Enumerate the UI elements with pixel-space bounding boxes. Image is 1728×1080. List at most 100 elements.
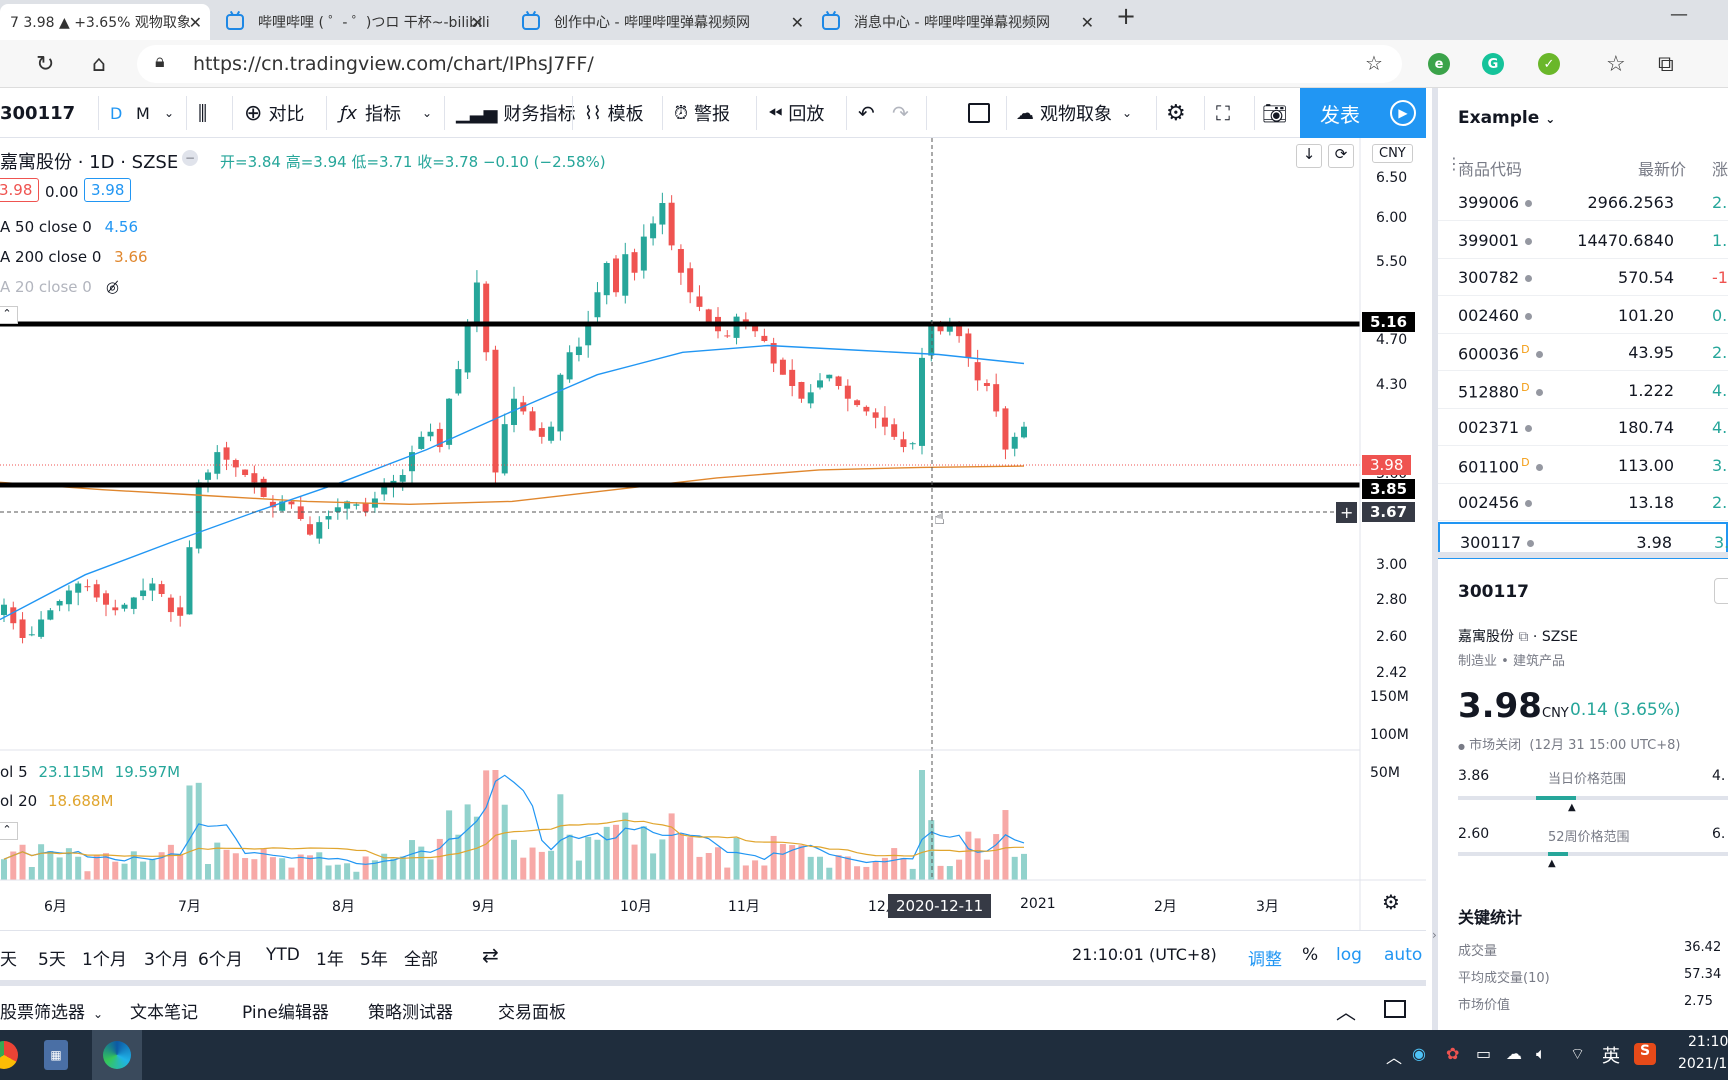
chrome-icon[interactable] xyxy=(0,1041,18,1069)
volume-icon[interactable]: 🔈︎ xyxy=(1536,1044,1546,1064)
fullscreen-icon[interactable]: ⛶ xyxy=(1216,88,1230,138)
percent-toggle[interactable]: % xyxy=(1302,945,1318,965)
detail-industry[interactable]: 建筑产品 xyxy=(1513,654,1565,669)
undo-icon[interactable]: ↶ xyxy=(858,88,875,138)
edge-taskbar-item[interactable] xyxy=(92,1030,142,1080)
close-icon[interactable]: ✕ xyxy=(1081,13,1094,32)
gear-icon[interactable]: ⚙︎ xyxy=(1166,88,1186,138)
gear-icon[interactable]: ⚙︎ xyxy=(1382,890,1400,914)
refresh-icon[interactable]: ↻ xyxy=(36,52,54,77)
url-field[interactable]: 🔒︎ https://cn.tradingview.com/chart/IPhs… xyxy=(137,45,1402,83)
tab-strategy-tester[interactable]: 策略测试器 xyxy=(368,998,453,1023)
chevron-up-icon[interactable]: ︿ xyxy=(1336,996,1356,1025)
watchlist-row[interactable]: 601100 D 113.00 3. xyxy=(1438,447,1728,484)
layout-name-button[interactable]: ☁︎ 观物取象 ⌄ xyxy=(1016,88,1132,138)
grammarly-icon[interactable]: G xyxy=(1482,53,1504,75)
column-change[interactable]: 涨 xyxy=(1712,156,1728,180)
alert-button[interactable]: ⏰︎ 警报 xyxy=(674,88,730,138)
minimize-button[interactable]: — xyxy=(1670,4,1688,25)
chevron-down-icon[interactable]: ⌄ xyxy=(164,88,174,138)
close-icon[interactable]: ✕ xyxy=(471,13,484,32)
range-button[interactable]: 6个月 xyxy=(198,945,243,970)
home-icon[interactable]: ⌂ xyxy=(92,52,106,77)
sogou-icon[interactable]: S xyxy=(1634,1043,1656,1065)
chevron-down-icon[interactable]: ⌄ xyxy=(422,88,432,138)
watchlist-row[interactable]: 002456 13.18 2. xyxy=(1438,484,1728,521)
collapse-icon[interactable]: ⌃ xyxy=(0,306,18,324)
close-icon[interactable]: ✕ xyxy=(189,13,202,32)
tab-pine-editor[interactable]: Pine编辑器 xyxy=(242,998,329,1023)
tab-notes[interactable]: 文本笔记 xyxy=(130,998,198,1023)
watchlist-row[interactable]: 002460 101.20 0. xyxy=(1438,297,1728,334)
goto-date-icon[interactable]: ⇄ xyxy=(482,943,499,967)
column-last[interactable]: 最新价 xyxy=(1638,156,1686,180)
collapse-icon[interactable]: ⌃ xyxy=(0,822,18,840)
minus-icon[interactable]: − xyxy=(182,150,198,166)
battery-icon[interactable]: ▭ xyxy=(1476,1044,1491,1063)
ime-indicator[interactable]: 英 xyxy=(1602,1042,1620,1068)
range-button[interactable]: YTD xyxy=(266,945,300,965)
symbol-search[interactable]: 300117 xyxy=(0,88,75,138)
indicators-button[interactable]: ƒx 指标 xyxy=(340,88,401,138)
panel-toggle-icon[interactable]: › xyxy=(1432,928,1437,942)
new-tab-button[interactable]: + xyxy=(1116,2,1136,30)
watchlist-row[interactable]: 600036 D 43.95 2. xyxy=(1438,334,1728,371)
tab-tradingview[interactable]: 7 3.98 ▲ +3.65% 观物取象 ✕ xyxy=(0,4,210,40)
templates-button[interactable]: ⌇⌇ 模板 xyxy=(584,88,644,138)
clock-label[interactable]: 21:10:01 (UTC+8) xyxy=(1072,945,1217,964)
camera-icon[interactable]: 📷︎ xyxy=(1262,88,1287,138)
collections-icon[interactable]: ⧉ xyxy=(1658,52,1674,77)
cloud-icon[interactable]: ☁︎ xyxy=(1506,1044,1522,1063)
interval-d[interactable]: D xyxy=(110,88,122,138)
tray-app-icon[interactable]: ✿ xyxy=(1446,1044,1459,1063)
detail-menu-button[interactable] xyxy=(1714,578,1728,604)
wifi-icon[interactable]: ⌔ xyxy=(1570,1044,1585,1064)
watchlist-row[interactable]: 300782 570.54 -1. xyxy=(1438,259,1728,296)
close-icon[interactable]: ✕ xyxy=(791,13,804,32)
external-link-icon[interactable]: ⧉ xyxy=(1518,629,1528,645)
tab-trading-panel[interactable]: 交易面板 xyxy=(498,998,566,1023)
watchlist-row[interactable]: 399001 14470.6840 1. xyxy=(1438,222,1728,259)
detail-sector[interactable]: 制造业 xyxy=(1458,654,1497,669)
range-button[interactable]: 1年 xyxy=(316,945,344,970)
tab-creator-center[interactable]: 创作中心 - 哔哩哔哩弹幕视频网 ✕ xyxy=(512,4,812,40)
crosshair-plus-icon[interactable]: + xyxy=(1336,502,1358,523)
currency-label[interactable]: CNY xyxy=(1372,144,1413,163)
range-button[interactable]: 5年 xyxy=(360,945,388,970)
arrow-down-icon[interactable]: ↓ xyxy=(1296,144,1322,168)
range-button[interactable]: 3个月 xyxy=(144,945,189,970)
financials-button[interactable]: ▁▃▅ 财务指标 xyxy=(456,88,576,138)
range-button[interactable]: 全部 xyxy=(404,945,438,970)
range-button[interactable]: 天 xyxy=(0,945,17,970)
range-button[interactable]: 5天 xyxy=(38,945,66,970)
star-icon[interactable]: ☆ xyxy=(1365,51,1383,75)
tab-screener[interactable]: 股票筛选器 ⌄ xyxy=(0,998,103,1023)
watchlist-row[interactable]: 512880 D 1.222 4. xyxy=(1438,372,1728,409)
chart-area[interactable]: 嘉寓股份 · 1D · SZSE − 开=3.84 高=3.94 低=3.71 … xyxy=(0,138,1426,930)
tray-chevron-icon[interactable]: ︿ xyxy=(1386,1044,1402,1068)
extension-icon[interactable]: ✓ xyxy=(1538,53,1560,75)
taskbar-time[interactable]: 21:10 xyxy=(1688,1034,1728,1050)
play-button[interactable]: ▶ xyxy=(1380,88,1426,138)
watchlist-row[interactable]: 399006 2966.2563 2. xyxy=(1438,184,1728,221)
range-button[interactable]: 1个月 xyxy=(82,945,127,970)
tray-app-icon[interactable]: ◉ xyxy=(1412,1044,1426,1063)
symbol-legend[interactable]: 嘉寓股份 · 1D · SZSE xyxy=(0,148,178,174)
eye-hidden-icon[interactable]: ◎̸ xyxy=(106,278,119,296)
column-symbol[interactable]: 商品代码 xyxy=(1458,156,1522,180)
auto-toggle[interactable]: auto xyxy=(1384,945,1422,965)
redo-icon[interactable]: ↷ xyxy=(892,88,909,138)
replay-button[interactable]: ⏪︎ 回放 xyxy=(768,88,824,138)
tab-bilibili[interactable]: 哔哩哔哩 ( ゜- ゜)つロ 干杯~-bilibili ✕ xyxy=(216,4,492,40)
price-chart[interactable] xyxy=(0,138,1426,930)
adjust-toggle[interactable]: 调整 xyxy=(1248,945,1282,970)
detail-name[interactable]: 嘉寓股份 xyxy=(1458,629,1514,645)
log-toggle[interactable]: log xyxy=(1336,945,1362,965)
candles-icon[interactable]: ⫼ xyxy=(198,88,207,138)
evernote-icon[interactable]: e xyxy=(1428,53,1450,75)
watchlist-row[interactable]: 002371 180.74 4. xyxy=(1438,409,1728,446)
tab-message-center[interactable]: 消息中心 - 哔哩哔哩弹幕视频网 ✕ xyxy=(812,4,1102,40)
taskbar-date[interactable]: 2021/1 xyxy=(1678,1056,1727,1072)
publish-button[interactable]: 发表 xyxy=(1300,88,1380,138)
refresh-icon[interactable]: ⟳ xyxy=(1328,144,1354,168)
